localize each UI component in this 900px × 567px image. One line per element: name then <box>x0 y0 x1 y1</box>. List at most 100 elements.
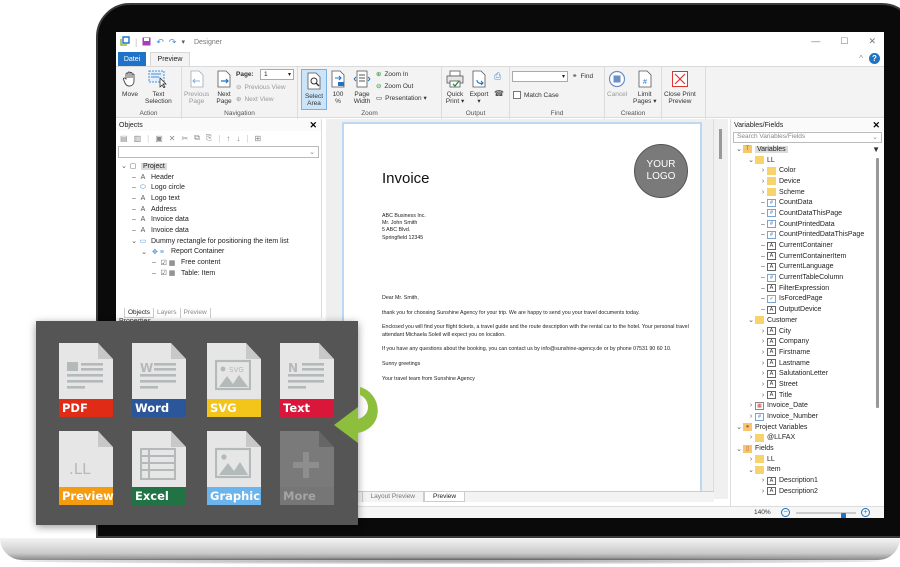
object-tree-item[interactable]: – A Invoice data <box>116 214 321 225</box>
variable-tree-item[interactable]: › # Invoice_Number <box>731 411 884 422</box>
zoom-out-icon[interactable]: − <box>781 508 790 517</box>
tab-file[interactable]: Datei <box>118 52 146 66</box>
objects-panel-tab[interactable]: Preview <box>181 308 211 318</box>
objects-panel-tab[interactable]: Objects <box>124 308 155 318</box>
variable-tree-item[interactable]: – A OutputDevice <box>731 304 884 315</box>
match-case-checkbox[interactable]: Match Case <box>513 91 559 99</box>
expand-toggle-icon[interactable]: › <box>759 338 767 345</box>
expand-toggle-icon[interactable]: › <box>759 392 767 399</box>
expand-toggle-icon[interactable]: › <box>747 402 755 409</box>
save-icon[interactable] <box>142 37 151 48</box>
variable-tree-item[interactable]: › A Firstname <box>731 347 884 358</box>
object-tree-item[interactable]: – A Logo text <box>116 193 321 204</box>
preview-scrollbar[interactable] <box>714 119 728 499</box>
close-variables-panel-icon[interactable]: ✕ <box>872 120 880 131</box>
zoom-in-icon[interactable]: + <box>861 508 870 517</box>
variable-tree-item[interactable]: – # CountData <box>731 197 884 208</box>
export-format-more[interactable]: More <box>280 431 334 505</box>
help-icon[interactable]: ? <box>869 53 880 64</box>
expand-toggle-icon[interactable]: ⌄ <box>735 423 743 431</box>
fax-icon[interactable]: ☎ <box>494 89 504 98</box>
variables-scrollbar[interactable] <box>876 158 879 408</box>
variable-tree-item[interactable]: – A FilterExpression <box>731 283 884 294</box>
expand-toggle-icon[interactable]: › <box>759 167 767 174</box>
object-tree-item[interactable]: – A Address <box>116 204 321 215</box>
move-down-icon[interactable]: ↓ <box>236 134 240 143</box>
export-format-text[interactable]: N Text <box>280 343 334 417</box>
cut-icon[interactable]: ✂ <box>181 134 188 143</box>
select-area-button[interactable]: Select Area <box>301 69 327 110</box>
variable-tree-item[interactable]: › Device <box>731 176 884 187</box>
tab-preview[interactable]: Preview <box>150 52 190 66</box>
expand-toggle-icon[interactable]: › <box>759 370 767 377</box>
expand-toggle-icon[interactable]: ⌄ <box>747 316 755 324</box>
variable-tree-item[interactable]: ⌄ T Variables <box>731 144 884 155</box>
expand-toggle-icon[interactable]: ⌄ <box>120 162 128 170</box>
filter-icon[interactable]: ▼ <box>872 145 880 154</box>
insert-table-icon[interactable]: ▥ <box>134 134 142 143</box>
move-button[interactable]: Move <box>120 69 140 98</box>
expand-toggle-icon[interactable]: › <box>759 360 767 367</box>
customize-qat-icon[interactable]: ▾ <box>181 39 185 46</box>
expand-toggle-icon[interactable]: ⌄ <box>130 237 138 245</box>
redo-icon[interactable]: ↷ <box>169 37 177 47</box>
variable-tree-item[interactable]: › A Company <box>731 336 884 347</box>
cancel-button[interactable]: Cancel <box>607 69 627 98</box>
variable-tree-item[interactable]: ⌄ Customer <box>731 315 884 326</box>
export-format-pdf[interactable]: PDF <box>59 343 113 417</box>
maximize-button[interactable]: ☐ <box>840 36 848 47</box>
page-width-button[interactable]: Page Width <box>352 69 372 106</box>
object-tree-item[interactable]: ⌄ ✥ ≡ Report Container <box>116 247 321 258</box>
zoom-slider-thumb[interactable] <box>840 513 846 518</box>
move-up-icon[interactable]: ↑ <box>226 134 230 143</box>
variable-tree-item[interactable]: › A SalutationLetter <box>731 368 884 379</box>
copy-icon[interactable]: ⧉ <box>194 133 200 143</box>
variable-tree-item[interactable]: › A Lastname <box>731 358 884 369</box>
expand-toggle-icon[interactable]: ⌄ <box>747 156 755 164</box>
close-print-preview-button[interactable]: Close Print Preview <box>664 69 696 106</box>
expand-toggle-icon[interactable]: › <box>759 477 767 484</box>
expand-toggle-icon[interactable]: ⌄ <box>735 145 743 153</box>
variable-tree-item[interactable]: › A Title <box>731 390 884 401</box>
next-view-button[interactable]: ⊕ Next View <box>236 95 274 104</box>
zoom-out-button[interactable]: ⊖ Zoom Out <box>376 82 413 91</box>
expand-toggle-icon[interactable]: › <box>759 178 767 185</box>
text-selection-button[interactable]: Text Selection <box>145 69 172 106</box>
variable-tree-item[interactable]: › Scheme <box>731 187 884 198</box>
expand-toggle-icon[interactable]: ⌄ <box>735 445 743 453</box>
export-format-svg[interactable]: SVG SVG <box>207 343 261 417</box>
variable-tree-item[interactable]: › A City <box>731 326 884 337</box>
variable-tree-item[interactable]: › A Street <box>731 379 884 390</box>
properties-icon[interactable]: ▣ <box>155 134 163 143</box>
variable-tree-item[interactable]: – # CountDataThisPage <box>731 208 884 219</box>
object-tree-item[interactable]: – A Invoice data <box>116 225 321 236</box>
collapse-ribbon-icon[interactable]: ^ <box>859 54 863 63</box>
objects-panel-tab[interactable]: Layers <box>154 308 181 318</box>
print-icon[interactable]: ⎙ <box>494 71 501 82</box>
object-tree-item[interactable]: ⌄ ▭ Dummy rectangle for positioning the it… <box>116 236 321 247</box>
close-button[interactable]: ✕ <box>868 36 876 47</box>
find-input[interactable]: ▾ <box>512 71 568 82</box>
expand-toggle-icon[interactable]: › <box>747 413 755 420</box>
variable-tree-item[interactable]: – A CurrentContainerItem <box>731 251 884 262</box>
undo-icon[interactable]: ↶ <box>156 37 164 47</box>
export-format-graphic[interactable]: Graphic <box>207 431 261 505</box>
variables-search-input[interactable]: Search Variables/Fields ⌄ <box>733 132 882 143</box>
preview-scroll-thumb[interactable] <box>719 129 722 159</box>
minimize-button[interactable]: — <box>811 36 820 47</box>
find-button[interactable]: ⚭ Find <box>572 72 593 81</box>
variable-tree-item[interactable]: › LL <box>731 454 884 465</box>
export-format-excel[interactable]: Excel <box>132 431 186 505</box>
expand-toggle-icon[interactable]: › <box>747 456 755 463</box>
paste-icon[interactable]: ⎘ <box>206 133 212 143</box>
previous-page-button[interactable]: Previous Page <box>184 69 209 106</box>
expand-toggle-icon[interactable]: ⌄ <box>747 466 755 474</box>
quick-print-button[interactable]: Quick Print ▾ <box>445 69 465 106</box>
export-format-preview[interactable]: .LL Preview <box>59 431 114 505</box>
expand-toggle-icon[interactable]: › <box>759 488 767 495</box>
previous-view-button[interactable]: ⊖ Previous View <box>236 83 286 92</box>
export-format-word[interactable]: W Word <box>132 343 186 417</box>
limit-pages-button[interactable]: # Limit Pages ▾ <box>633 69 657 106</box>
object-tree-item[interactable]: – A Header <box>116 172 321 183</box>
variable-tree-item[interactable]: – # CountPrintedDataThisPage <box>731 230 884 241</box>
